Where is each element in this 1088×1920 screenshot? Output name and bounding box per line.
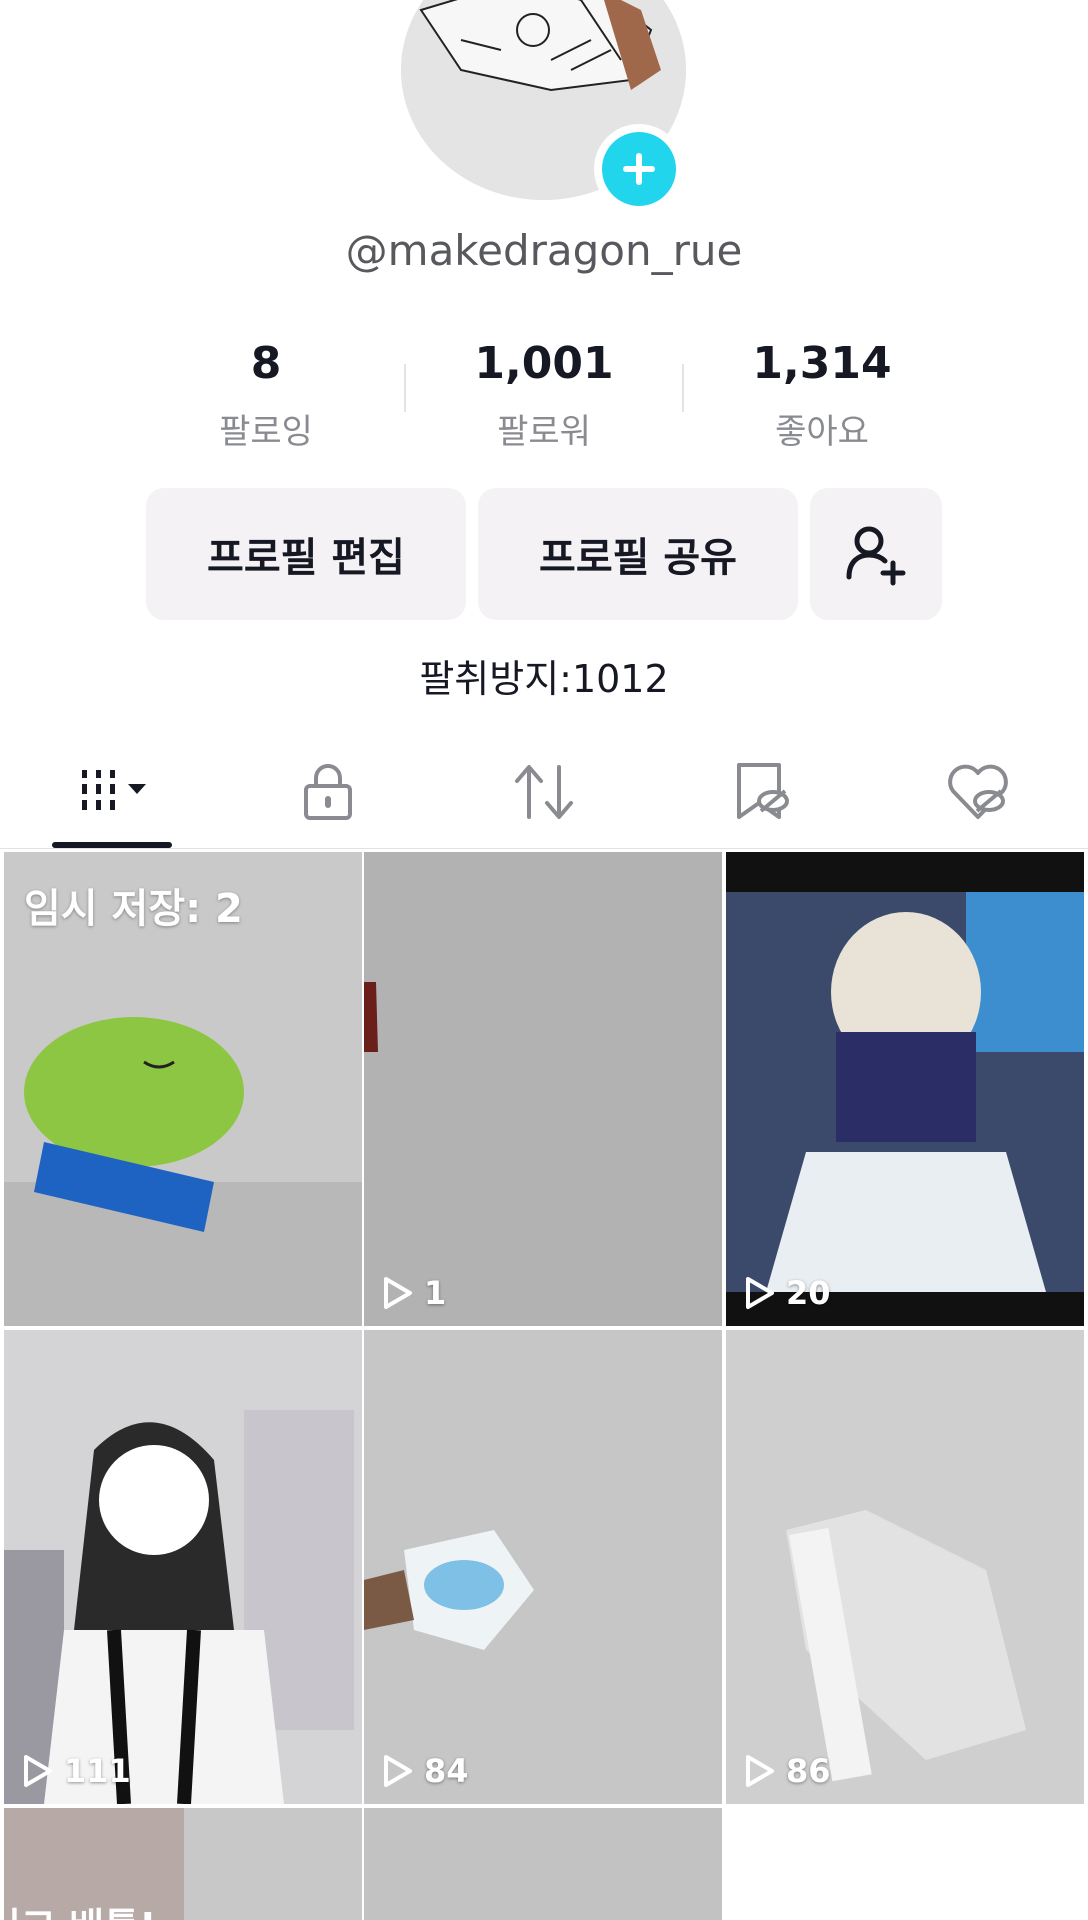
view-count: 1 [382,1274,446,1312]
repost-icon [515,765,573,819]
video-tile[interactable]: 86 [726,1330,1084,1804]
followers-count: 1,001 [474,338,614,389]
lock-icon [304,764,352,820]
video-tile[interactable]: 111 [4,1330,362,1804]
video-tile[interactable]: 84 [364,1330,722,1804]
likes-label: 좋아요 [775,412,869,452]
play-icon [746,1277,774,1309]
play-icon [746,1755,774,1787]
tile-caption: 니고 배틀! [4,1896,156,1920]
tabs-divider [0,848,1088,849]
add-person-icon [846,526,906,586]
view-count-text: 111 [64,1752,131,1790]
view-count-text: 20 [786,1274,831,1312]
following-label: 팔로잉 [219,412,313,452]
likes-count: 1,314 [752,338,892,389]
followers-stat[interactable]: 1,001 팔로워 [404,336,684,453]
view-count: 20 [744,1274,831,1312]
edit-profile-button[interactable]: 프로필 편집 [146,488,466,620]
view-count-text: 1 [424,1274,447,1312]
bookmark-hidden-icon [737,763,789,819]
videos-grid-icon [82,770,146,810]
profile-bio: 팔취방지:1012 [419,657,669,701]
tab-videos[interactable] [70,752,170,832]
play-icon [384,1277,412,1309]
share-profile-button[interactable]: 프로필 공유 [478,488,798,620]
play-icon [384,1755,412,1787]
tab-liked[interactable] [928,752,1028,832]
view-count-text: 84 [424,1752,469,1790]
following-count: 8 [250,338,282,389]
active-tab-indicator [52,842,172,848]
liked-hidden-icon [948,764,1008,819]
plus-icon [623,153,655,185]
video-tile[interactable] [364,1808,722,1920]
tab-private[interactable] [278,752,378,832]
video-tile[interactable]: 니고 배틀! [4,1808,362,1920]
add-friend-button[interactable] [810,488,942,620]
view-count: 111 [22,1752,131,1790]
video-tile[interactable]: 20 [726,852,1084,1326]
video-tile[interactable]: 1 [364,852,722,1326]
draft-count-label: 임시 저장: 2 [24,886,243,932]
view-count: 84 [382,1752,469,1790]
play-icon [24,1755,52,1787]
tab-reposts[interactable] [494,752,594,832]
tab-favorites[interactable] [712,752,812,832]
view-count: 86 [744,1752,831,1790]
following-stat[interactable]: 8 팔로잉 [126,336,406,453]
followers-label: 팔로워 [497,412,591,452]
likes-stat[interactable]: 1,314 좋아요 [682,336,962,453]
add-avatar-button[interactable] [594,124,684,214]
username: @makedragon_rue [345,226,743,275]
view-count-text: 86 [786,1752,831,1790]
draft-video-tile[interactable]: 임시 저장: 2 [4,852,362,1326]
